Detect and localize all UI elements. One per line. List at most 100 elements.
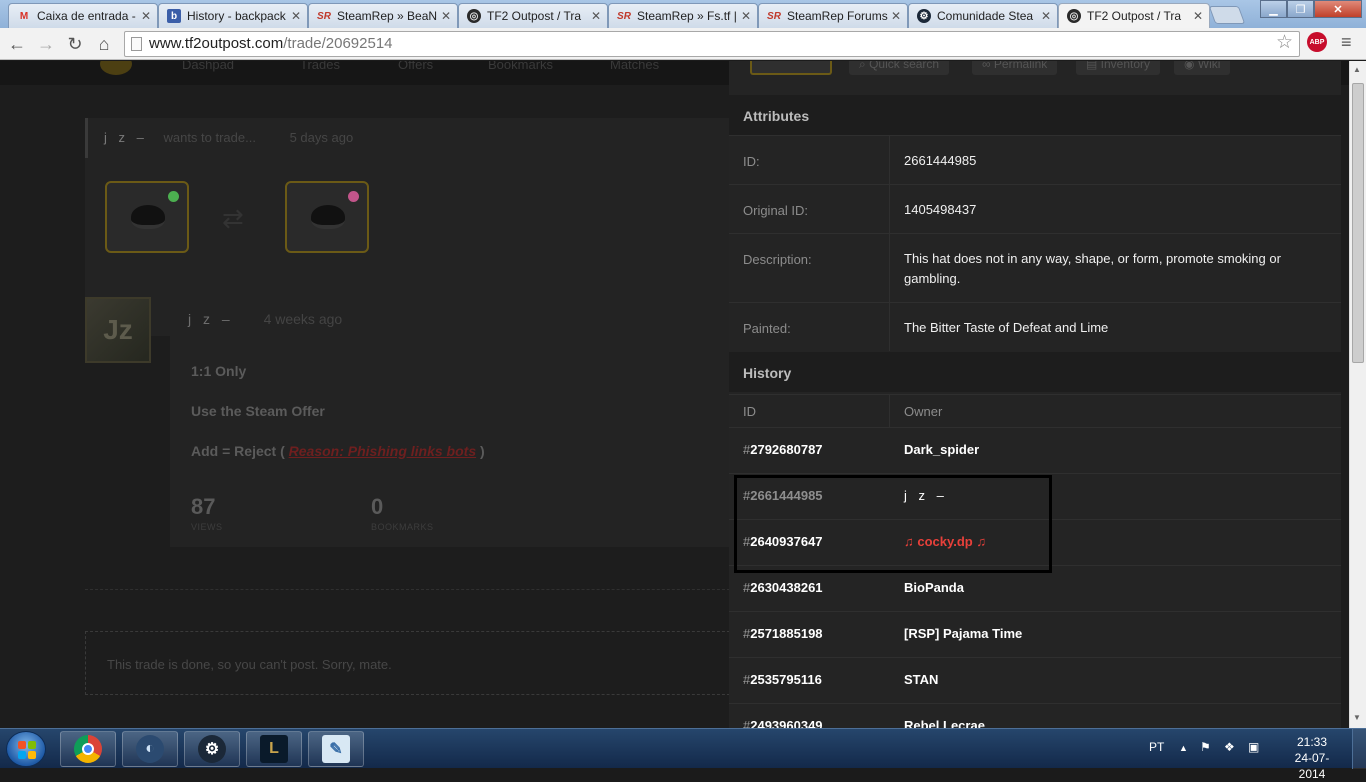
site-logo[interactable] [100, 61, 132, 75]
page-icon [131, 37, 142, 51]
language-indicator[interactable]: PT [1149, 740, 1164, 754]
highlight-box [734, 475, 1052, 573]
close-icon[interactable]: ✕ [741, 9, 751, 23]
tab-gmail[interactable]: M Caixa de entrada - ✕ [8, 3, 158, 28]
scroll-up-icon[interactable]: ▲ [1353, 65, 1361, 74]
history-owner[interactable]: Rebel Lecrae [904, 718, 985, 728]
close-icon[interactable]: ✕ [441, 9, 451, 23]
history-owner[interactable]: STAN [904, 672, 938, 687]
close-icon[interactable]: ✕ [1193, 9, 1203, 23]
adblock-plus-icon[interactable]: ABP [1307, 32, 1327, 52]
post-user[interactable]: j z – [188, 311, 234, 327]
tab-tf2outpost[interactable]: ◎ TF2 Outpost / Tra ✕ [458, 3, 608, 28]
home-icon[interactable]: ⌂ [92, 32, 116, 56]
trade-action: wants to trade... [163, 130, 256, 145]
nav-bookmarks[interactable]: Bookmarks [488, 61, 553, 72]
minimize-button[interactable]: ▁ [1260, 0, 1287, 18]
attribute-value: 1405498437 [904, 202, 977, 217]
post-header: j z – 4 weeks ago [188, 311, 342, 327]
quick-search-label: Quick search [869, 61, 940, 71]
taskbar-league[interactable]: L [246, 731, 302, 767]
post-line: Use the Steam Offer [191, 403, 325, 419]
show-desktop-button[interactable] [1352, 729, 1366, 769]
steam-icon: ⚙ [917, 9, 931, 23]
history-id[interactable]: #2630438261 [743, 580, 823, 595]
history-owner[interactable]: BioPanda [904, 580, 964, 595]
tray-expand-icon[interactable]: ▲ [1179, 743, 1188, 753]
trade-user[interactable]: j z – [104, 130, 148, 145]
network-icon[interactable]: ▣ [1248, 740, 1259, 754]
taskbar-steam[interactable]: ⚙ [184, 731, 240, 767]
inventory-button[interactable]: ▤ Inventory [1076, 61, 1161, 75]
item-have[interactable] [105, 181, 189, 253]
post-line: 1:1 Only [191, 363, 247, 379]
close-window-button[interactable]: ✕ [1314, 0, 1362, 18]
attribute-value: The Bitter Taste of Defeat and Lime [904, 320, 1109, 335]
clock[interactable]: 21:33 24-07-2014 [1282, 734, 1342, 782]
steam-icon: ⚙ [198, 735, 226, 763]
close-icon[interactable]: ✕ [591, 9, 601, 23]
start-button[interactable] [6, 731, 46, 767]
trade-done-notice: This trade is done, so you can't post. S… [85, 631, 735, 695]
history-id[interactable]: #2571885198 [743, 626, 823, 641]
maximize-button[interactable]: ❐ [1287, 0, 1314, 18]
back-icon[interactable]: ← [5, 32, 29, 56]
steamrep-icon: SR [767, 10, 781, 22]
history-id[interactable]: #2493960349 [743, 718, 823, 728]
history-owner[interactable]: [RSP] Pajama Time [904, 626, 1022, 641]
tab-backpack[interactable]: b History - backpack ✕ [158, 3, 308, 28]
dropbox-icon[interactable]: ❖ [1224, 740, 1235, 754]
history-row[interactable]: #2493960349 Rebel Lecrae [729, 703, 1341, 728]
reload-icon[interactable]: ↻ [63, 32, 87, 56]
trade-time: 5 days ago [289, 130, 354, 145]
tf2outpost-icon: ◎ [1067, 9, 1081, 23]
bookmarks-label: BOOKMARKS [371, 522, 434, 532]
taskbar-chrome[interactable] [60, 731, 116, 767]
browser-toolbar: ← → ↻ ⌂ www.tf2outpost.com/trade/2069251… [0, 28, 1366, 60]
menu-icon[interactable]: ≡ [1341, 32, 1352, 53]
close-icon[interactable]: ✕ [141, 9, 151, 23]
post-reason-link[interactable]: Reason: Phishing links bots [289, 443, 476, 459]
tab-label: SteamRep » Fs.tf | [637, 9, 737, 23]
quick-search-button[interactable]: ⌕ Quick search [849, 61, 950, 75]
history-row[interactable]: #2535795116 STAN [729, 657, 1341, 703]
forward-icon[interactable]: → [34, 32, 58, 56]
nav-dashpad[interactable]: Dashpad [182, 61, 234, 72]
action-center-flag-icon[interactable]: ⚑ [1200, 740, 1211, 754]
permalink-button[interactable]: ∞ Permalink [972, 61, 1058, 75]
scroll-down-icon[interactable]: ▼ [1353, 713, 1361, 722]
column-owner: Owner [904, 404, 943, 419]
history-owner[interactable]: Dark_spider [904, 442, 979, 457]
tab-steam-community[interactable]: ⚙ Comunidade Stea ✕ [908, 3, 1058, 28]
item-action-button[interactable] [750, 61, 832, 75]
tab-steamrep-fs[interactable]: SR SteamRep » Fs.tf | ✕ [608, 3, 758, 28]
close-icon[interactable]: ✕ [1041, 9, 1051, 23]
close-icon[interactable]: ✕ [891, 9, 901, 23]
tab-label: History - backpack [187, 9, 286, 23]
new-tab-button[interactable] [1208, 6, 1246, 24]
bookmark-star-icon[interactable]: ☆ [1276, 31, 1293, 54]
page-scrollbar[interactable]: ▲ ▼ [1349, 61, 1366, 728]
taskbar-notes[interactable]: ✎ [308, 731, 364, 767]
attributes-heading: Attributes [729, 95, 1341, 135]
tab-steamrep-forums[interactable]: SR SteamRep Forums ✕ [758, 3, 908, 28]
history-row[interactable]: #2792680787 Dark_spider [729, 427, 1341, 473]
post-line: Add = Reject ( Reason: Phishing links bo… [191, 443, 485, 459]
item-want[interactable] [285, 181, 369, 253]
nav-trades[interactable]: Trades [300, 61, 340, 72]
scroll-thumb[interactable] [1352, 83, 1364, 363]
avatar[interactable]: Jz [85, 297, 151, 363]
close-icon[interactable]: ✕ [291, 9, 301, 23]
nav-offers[interactable]: Offers [398, 61, 433, 72]
tab-steamrep-bean[interactable]: SR SteamRep » BeaN ✕ [308, 3, 458, 28]
address-bar[interactable]: www.tf2outpost.com/trade/20692514 [124, 31, 1300, 57]
history-id[interactable]: #2792680787 [743, 442, 823, 457]
wiki-label: Wiki [1197, 61, 1221, 71]
history-id[interactable]: #2535795116 [743, 672, 822, 687]
wiki-button[interactable]: ◉ Wiki [1174, 61, 1231, 75]
chrome-icon [74, 735, 102, 763]
history-row[interactable]: #2571885198 [RSP] Pajama Time [729, 611, 1341, 657]
nav-matches[interactable]: Matches [610, 61, 659, 72]
taskbar-media-app[interactable]: ◐ [122, 731, 178, 767]
tab-tf2outpost-active[interactable]: ◎ TF2 Outpost / Tra ✕ [1058, 3, 1210, 28]
